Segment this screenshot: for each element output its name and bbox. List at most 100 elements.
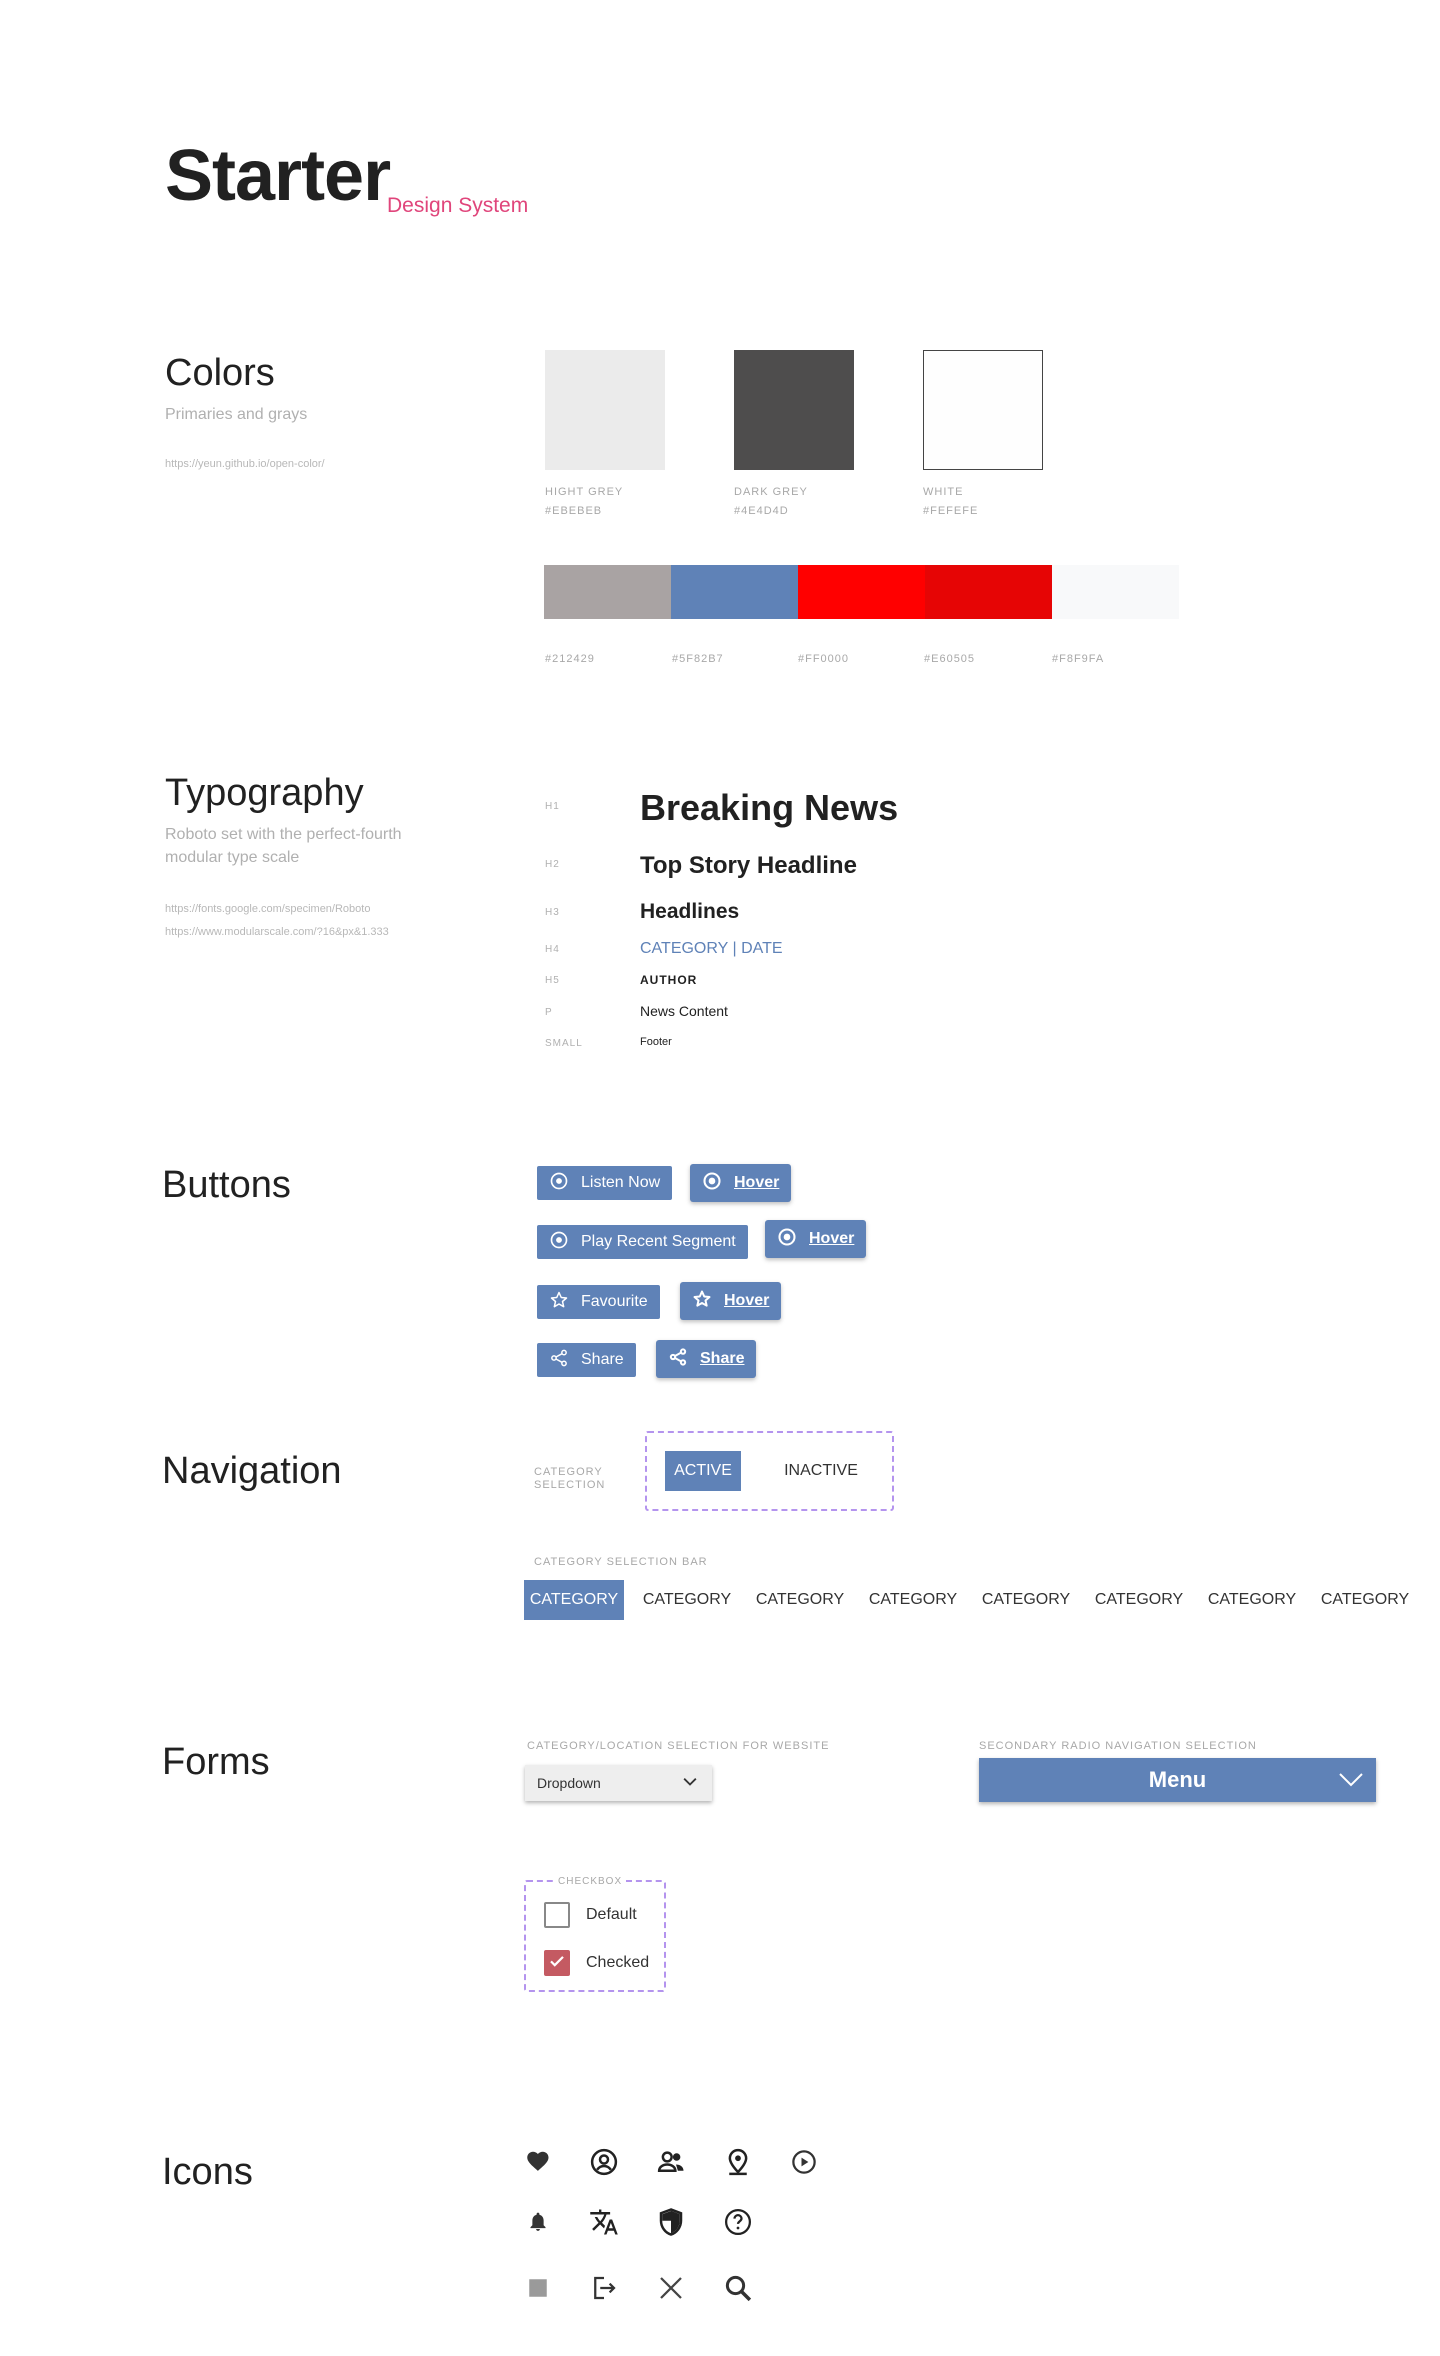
dropdown-label: CATEGORY/LOCATION SELECTION FOR WEBSITE — [527, 1740, 830, 1752]
dropdown-value: Dropdown — [537, 1775, 601, 1791]
category-tab[interactable]: CATEGORY — [1089, 1580, 1189, 1620]
swatch-name: WHITE — [923, 486, 964, 498]
type-tag-small: SMALL — [545, 1038, 583, 1049]
type-tag-h4: H4 — [545, 944, 560, 955]
location-icon[interactable] — [721, 2145, 755, 2179]
swatch-name: HIGHT GREY — [545, 486, 624, 498]
swatch-white — [923, 350, 1043, 470]
color-bar — [544, 565, 1179, 619]
button-label: Favourite — [581, 1293, 648, 1310]
button-label: Share — [700, 1350, 745, 1367]
chevron-down-icon — [1338, 1768, 1364, 1798]
category-tab[interactable]: CATEGORY — [750, 1580, 850, 1620]
category-selection-bar: CATEGORY CATEGORY CATEGORY CATEGORY CATE… — [524, 1580, 1415, 1620]
button-label: Share — [581, 1351, 624, 1368]
color-bar-cell — [925, 565, 1052, 619]
translate-icon[interactable] — [587, 2205, 621, 2239]
checkbox-checked-label: Checked — [586, 1954, 650, 1971]
colors-link[interactable]: https://yeun.github.io/open-color/ — [165, 453, 325, 475]
buttons-title: Buttons — [162, 1164, 291, 1206]
forms-title: Forms — [162, 1741, 270, 1783]
type-tag-h1: H1 — [545, 801, 560, 812]
share-icon — [549, 1348, 569, 1373]
bell-icon[interactable] — [521, 2205, 555, 2239]
type-tag-h3: H3 — [545, 907, 560, 918]
tab-inactive[interactable]: INACTIVE — [777, 1451, 865, 1491]
play-circle-icon — [549, 1171, 569, 1196]
share-button[interactable]: Share — [537, 1343, 636, 1377]
search-icon[interactable] — [721, 2271, 755, 2305]
color-bar-cell — [671, 565, 798, 619]
play-recent-hover-button[interactable]: Hover — [765, 1220, 867, 1258]
swatch-hex: #EBEBEB — [545, 505, 603, 517]
close-icon[interactable] — [654, 2271, 688, 2305]
button-label: Listen Now — [581, 1174, 661, 1191]
checkbox-checked-row[interactable]: Checked — [544, 1950, 649, 1976]
type-tag-h5: H5 — [545, 975, 560, 986]
favourite-hover-button[interactable]: Hover — [680, 1282, 782, 1320]
help-circle-icon[interactable] — [721, 2205, 755, 2239]
button-label: Hover — [734, 1174, 780, 1191]
category-selection-label-1: CATEGORY — [534, 1466, 603, 1478]
listen-now-button[interactable]: Listen Now — [537, 1166, 673, 1200]
checkbox-default-row[interactable]: Default — [544, 1902, 637, 1928]
typography-subtitle-1: Roboto set with the perfect-fourth — [165, 826, 402, 843]
category-tab[interactable]: CATEGORY — [1202, 1580, 1302, 1620]
type-tag-h2: H2 — [545, 859, 560, 870]
share-icon — [668, 1347, 688, 1372]
button-label: Play Recent Segment — [581, 1233, 736, 1250]
typography-title: Typography — [165, 772, 364, 814]
shield-icon[interactable] — [654, 2205, 688, 2239]
typography-link-1[interactable]: https://fonts.google.com/specimen/Roboto — [165, 898, 370, 920]
type-sample-h5: AUTHOR — [640, 973, 698, 987]
type-sample-h4: CATEGORY | DATE — [640, 940, 783, 957]
category-tab[interactable]: CATEGORY — [1315, 1580, 1415, 1620]
swatch-dark-grey — [734, 350, 854, 470]
type-sample-h3: Headlines — [640, 900, 740, 923]
stop-icon[interactable] — [521, 2271, 555, 2305]
play-recent-segment-button[interactable]: Play Recent Segment — [537, 1225, 748, 1259]
navigation-title: Navigation — [162, 1450, 342, 1492]
checkbox-default-label: Default — [586, 1906, 637, 1923]
color-bar-cell — [798, 565, 925, 619]
category-tab[interactable]: CATEGORY — [637, 1580, 737, 1620]
icons-title: Icons — [162, 2151, 253, 2193]
secondary-menu-select[interactable]: Menu — [979, 1758, 1376, 1802]
category-tab-active[interactable]: CATEGORY — [524, 1580, 624, 1620]
swatch-hex: #4E4D4D — [734, 505, 789, 517]
play-circle-icon — [702, 1171, 722, 1196]
logout-icon[interactable] — [587, 2271, 621, 2305]
tab-active[interactable]: ACTIVE — [665, 1451, 741, 1491]
checkbox-label: CHECKBOX — [556, 1875, 625, 1889]
button-label: Hover — [809, 1230, 855, 1247]
category-tab[interactable]: CATEGORY — [863, 1580, 963, 1620]
menu-label: SECONDARY RADIO NAVIGATION SELECTION — [979, 1740, 1257, 1752]
listen-now-hover-button[interactable]: Hover — [690, 1164, 792, 1202]
swatch-hex: #FEFEFE — [923, 505, 979, 517]
type-sample-p: News Content — [640, 1003, 728, 1019]
category-tab[interactable]: CATEGORY — [976, 1580, 1076, 1620]
bar-hex: #FF0000 — [798, 653, 850, 665]
swatch-hight-grey — [545, 350, 665, 470]
play-circle-icon[interactable] — [787, 2145, 821, 2179]
category-selection-box: ACTIVE INACTIVE — [645, 1431, 894, 1511]
typography-link-2[interactable]: https://www.modularscale.com/?16&px&1.33… — [165, 921, 389, 943]
category-selection-bar-label: CATEGORY SELECTION BAR — [534, 1556, 708, 1568]
type-sample-h1: Breaking News — [640, 787, 899, 828]
bar-hex: #E60505 — [924, 653, 976, 665]
typography-subtitle-2: modular type scale — [165, 849, 300, 866]
chevron-down-icon — [680, 1772, 700, 1795]
button-label: Hover — [724, 1292, 770, 1309]
checkbox-default[interactable] — [544, 1902, 570, 1928]
menu-value: Menu — [1148, 1767, 1207, 1792]
checkbox-checked[interactable] — [544, 1950, 570, 1976]
favourite-button[interactable]: Favourite — [537, 1285, 660, 1319]
people-icon[interactable] — [654, 2145, 688, 2179]
bar-hex: #5F82B7 — [672, 653, 724, 665]
category-dropdown[interactable]: Dropdown — [525, 1765, 712, 1801]
heart-icon[interactable] — [521, 2145, 555, 2179]
type-tag-p: P — [545, 1007, 553, 1018]
type-sample-h2: Top Story Headline — [640, 852, 857, 879]
share-hover-button[interactable]: Share — [656, 1340, 757, 1378]
account-circle-icon[interactable] — [587, 2145, 621, 2179]
